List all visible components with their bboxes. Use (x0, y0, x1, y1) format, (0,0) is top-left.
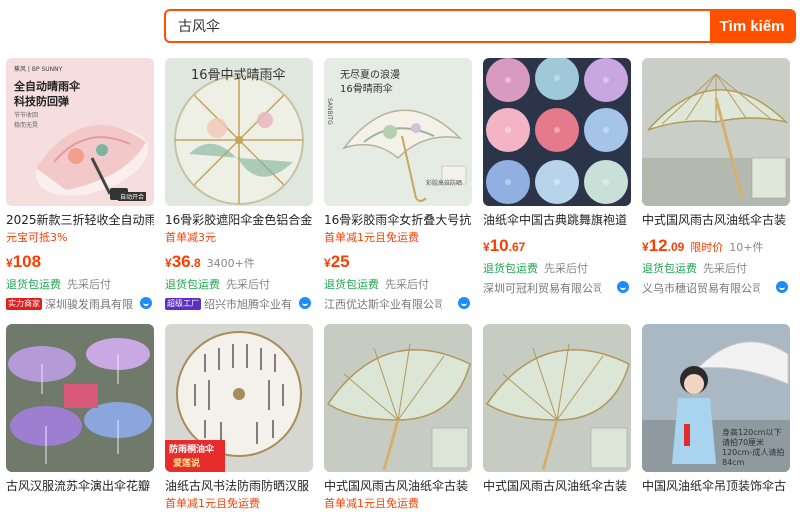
chat-icon[interactable] (617, 281, 629, 293)
product-image[interactable] (6, 324, 154, 472)
factory-badge: 超级工厂 (165, 298, 201, 310)
product-title[interactable]: 中式国风雨古风油纸伞古装 (324, 478, 472, 494)
return-tag: 退货包运费 (6, 278, 61, 291)
shop-info[interactable]: 实力商家 深圳骏发雨具有限 (6, 296, 154, 312)
promo-text: 首单减1元且免运费 (324, 231, 419, 244)
return-tag: 退货包运费 (324, 278, 379, 291)
product-title[interactable]: 2025新款三折轻收全自动雨 (6, 212, 154, 228)
product-card[interactable]: 16骨中式晴雨伞 16骨彩胶遮阳伞金色铝合金 首单减3元 ¥36.8 3400+… (165, 58, 313, 314)
product-title[interactable]: 油纸伞中国古典跳舞旗袍道 (483, 212, 631, 228)
price: ¥108 (6, 252, 42, 271)
return-tag: 退货包运费 (642, 262, 697, 275)
paylater-tag: 先采后付 (67, 278, 111, 291)
service-tags: 退货包运费 先采后付 (6, 276, 154, 292)
product-title[interactable]: 油纸古风书法防雨防晒汉服 (165, 478, 313, 494)
search-bar: Tìm kiếm (164, 9, 796, 43)
paylater-tag: 先采后付 (385, 278, 429, 291)
price: ¥36.8 (165, 252, 201, 271)
shop-name[interactable]: 江西优达斯伞业有限公司 (324, 296, 442, 312)
product-image[interactable] (324, 324, 472, 472)
shop-info[interactable]: 江西优达斯伞业有限公司 (324, 296, 472, 312)
price-row: ¥108 (6, 252, 154, 272)
product-card[interactable]: 中式国风雨古风油纸伞古装 ¥12.09 限时价 10+件 退货包运费 先采后付 … (642, 58, 790, 314)
product-title[interactable]: 中式国风雨古风油纸伞古装 (483, 478, 631, 494)
shop-info[interactable]: 超级工厂 绍兴市旭腾伞业有 (165, 296, 313, 312)
merchant-badge: 实力商家 (6, 298, 42, 310)
min-order: 10+件 (729, 241, 764, 254)
product-image[interactable]: 身高120cm以下 请拍70厘米 120cm-成人请拍 84cm (642, 324, 790, 472)
price-row: ¥12.09 限时价 10+件 (642, 236, 790, 256)
product-image[interactable] (483, 324, 631, 472)
chat-icon[interactable] (776, 281, 788, 293)
product-card[interactable]: 中式国风雨古风油纸伞古装 首单减1元且免运费 (324, 324, 472, 512)
paylater-tag: 先采后付 (544, 262, 588, 275)
service-tags: 退货包运费 先采后付 (642, 260, 790, 276)
search-button[interactable]: Tìm kiếm (710, 11, 794, 41)
sales-count: 3400+件 (206, 257, 255, 270)
service-tags: 退货包运费 先采后付 (324, 276, 472, 292)
paylater-tag: 先采后付 (226, 278, 270, 291)
return-tag: 退货包运费 (165, 278, 220, 291)
shop-name[interactable]: 深圳骏发雨具有限 (45, 296, 133, 312)
shop-name[interactable]: 深圳可冠利贸易有限公司 (483, 280, 601, 296)
price-row: ¥36.8 3400+件 (165, 252, 313, 272)
promo-text: 首单减3元 (165, 231, 216, 244)
product-title[interactable]: 中式国风雨古风油纸伞古装 (642, 212, 790, 228)
price-row: ¥10.67 (483, 236, 631, 256)
price: ¥12.09 (642, 236, 685, 255)
product-title[interactable]: 古风汉服流苏伞演出伞花瓣 (6, 478, 154, 494)
product-title[interactable]: 16骨彩胶雨伞女折叠大号抗 (324, 212, 472, 228)
shop-name[interactable]: 义乌市穗诏贸易有限公司 (642, 280, 760, 296)
product-card[interactable]: 油纸伞中国古典跳舞旗袍道 ¥10.67 退货包运费 先采后付 深圳可冠利贸易有限… (483, 58, 631, 314)
product-image[interactable] (642, 58, 790, 206)
product-image[interactable] (483, 58, 631, 206)
product-card[interactable]: 无尽夏の浪漫 16骨晴雨伞 SANBITG 彩胶高倍防晒 16骨彩胶雨伞女折叠大… (324, 58, 472, 314)
product-card[interactable]: 蕉风 | BP SUNNY 全自动晴雨伞 科技防回弹 节节收回 稳而无晃 自动开… (6, 58, 154, 314)
price-label: 限时价 (690, 241, 724, 254)
promo-text: 首单减1元且免运费 (165, 497, 260, 510)
chat-icon[interactable] (140, 297, 152, 309)
chat-icon[interactable] (458, 297, 470, 309)
promo-text: 元宝可抵3% (6, 231, 68, 244)
search-input[interactable] (166, 11, 710, 41)
paylater-tag: 先采后付 (703, 262, 747, 275)
promo-text: 首单减1元且免运费 (324, 497, 419, 510)
product-card[interactable]: 防雨桐油伞 爱莲说 油纸古风书法防雨防晒汉服 首单减1元且免运费 (165, 324, 313, 512)
product-card[interactable]: 中式国风雨古风油纸伞古装 (483, 324, 631, 512)
product-image[interactable]: 蕉风 | BP SUNNY 全自动晴雨伞 科技防回弹 节节收回 稳而无晃 自动开… (6, 58, 154, 206)
shop-name[interactable]: 绍兴市旭腾伞业有 (204, 296, 292, 312)
product-grid: 蕉风 | BP SUNNY 全自动晴雨伞 科技防回弹 节节收回 稳而无晃 自动开… (6, 58, 794, 512)
return-tag: 退货包运费 (483, 262, 538, 275)
service-tags: 退货包运费 先采后付 (483, 260, 631, 276)
shop-info[interactable]: 义乌市穗诏贸易有限公司 (642, 280, 790, 296)
product-card[interactable]: 古风汉服流苏伞演出伞花瓣 (6, 324, 154, 512)
product-image[interactable]: 无尽夏の浪漫 16骨晴雨伞 SANBITG 彩胶高倍防晒 (324, 58, 472, 206)
shop-info[interactable]: 深圳可冠利贸易有限公司 (483, 280, 631, 296)
price: ¥25 (324, 252, 350, 271)
chat-icon[interactable] (299, 297, 311, 309)
product-card[interactable]: 身高120cm以下 请拍70厘米 120cm-成人请拍 84cm 中国风油纸伞吊… (642, 324, 790, 512)
price-row: ¥25 (324, 252, 472, 272)
product-image[interactable]: 16骨中式晴雨伞 (165, 58, 313, 206)
product-title[interactable]: 16骨彩胶遮阳伞金色铝合金 (165, 212, 313, 228)
service-tags: 退货包运费 先采后付 (165, 276, 313, 292)
product-image[interactable]: 防雨桐油伞 爱莲说 (165, 324, 313, 472)
price: ¥10.67 (483, 236, 526, 255)
product-title[interactable]: 中国风油纸伞吊顶装饰伞古 (642, 478, 790, 494)
